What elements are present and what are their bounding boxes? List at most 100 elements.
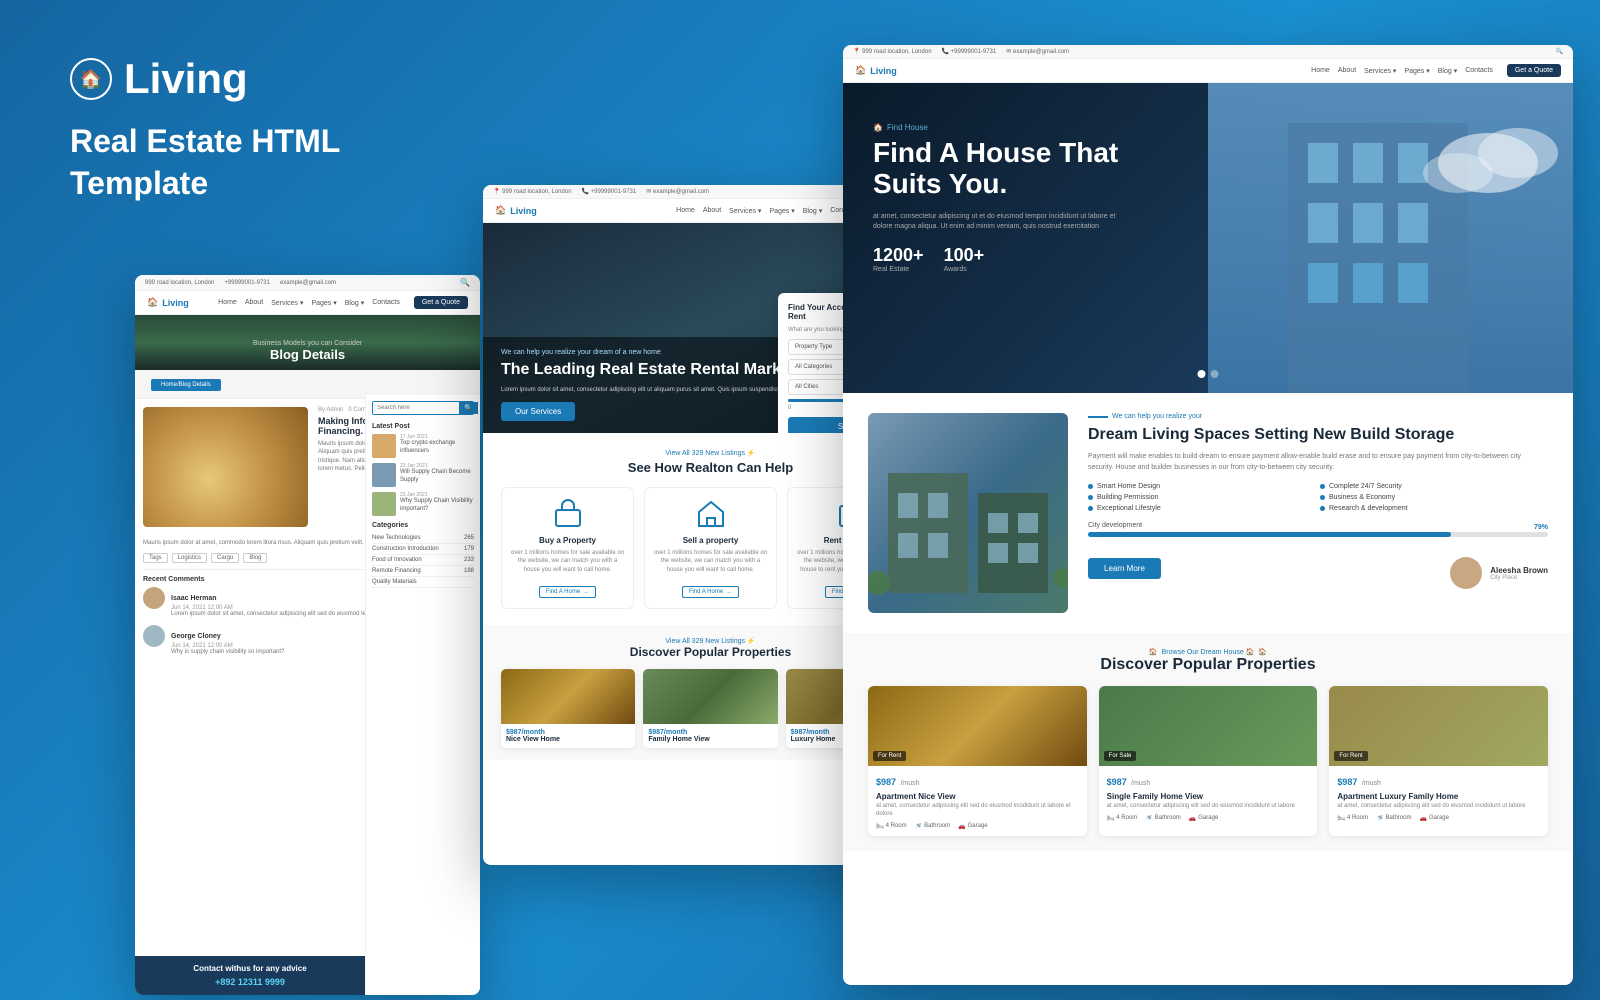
sell-link[interactable]: Find A Home → [682, 586, 739, 598]
service-buy: Buy a Property over 1 millions homes for… [501, 487, 634, 609]
person-role: City Place [1490, 575, 1548, 581]
prop-desc-2: at amet, consectetur adipiscing elit sed… [1107, 803, 1310, 811]
building-bg [1208, 83, 1573, 393]
contact-box: Contact withus for any advice +892 12311… [135, 956, 365, 995]
right-props-header: 🏠 Browse Our Dream House 🏠 🏠 Discover Po… [868, 648, 1548, 674]
feature-img-bg [868, 413, 1068, 613]
blog-hero: Business Models you can Consider Blog De… [135, 315, 480, 370]
feature-dot-2 [1320, 484, 1325, 489]
blog-layout: By Admin 0 Comments Making Informed Deci… [135, 399, 480, 979]
tag-blog: Blog [243, 553, 267, 563]
prop-beds-1: 🛏 4 Room [876, 823, 907, 830]
buy-link[interactable]: Find A Home → [539, 586, 596, 598]
right-prop-img-1: For Rent [868, 686, 1087, 766]
buy-icon [552, 498, 584, 530]
right-nav-links: Home About Services ▾ Pages ▾ Blog ▾ Con… [1311, 67, 1493, 75]
feature-3: Building Permission [1088, 494, 1316, 501]
buy-desc: over 1 millions homes for sale available… [510, 549, 625, 574]
features-text-content: We can help you realize your Dream Livin… [1088, 413, 1548, 613]
right-prop-img-3: For Rent [1329, 686, 1548, 766]
right-hero-title: Find A House That Suits You. [873, 138, 1193, 200]
sidebar-post-1: 17 Jun 2021 Top crypto exchange influenc… [372, 434, 474, 458]
brand-section: 🏠 Living Real Estate HTML Template [70, 55, 450, 204]
prop-desc-3: at amet, consectetur adipiscing elit sed… [1337, 803, 1540, 811]
right-props-grid: For Rent $987 /mush Apartment Nice View … [868, 686, 1548, 836]
brand-tagline: Real Estate HTML Template [70, 121, 450, 204]
right-nav-cta[interactable]: Get a Quote [1507, 64, 1561, 77]
blog-sidebar: 🔍 Latest Post 17 Jun 2021 Top crypto exc… [365, 395, 480, 995]
category-4: Remote Financing188 [372, 566, 474, 577]
prop-price-3: $987 [1337, 777, 1357, 787]
hero-overlay: Business Models you can Consider Blog De… [253, 340, 362, 362]
stat-number-2: 100+ [944, 245, 985, 266]
category-2: Construction Introduction179 [372, 544, 474, 555]
brand-name: Living [124, 55, 248, 103]
contact-phone: +892 12311 9999 [143, 977, 357, 987]
prop-bath-1: 🚿 Bathroom [915, 823, 951, 830]
person-name: Aleesha Brown [1490, 566, 1548, 575]
info-bar: 999 road location, London +99999001-9731… [135, 275, 480, 291]
comment-avatar-2 [143, 625, 165, 647]
right-prop-info-2: $987 /mush Single Family Home View at am… [1099, 766, 1318, 828]
category-3: Food of Innovation233 [372, 555, 474, 566]
prop-badge-2: For Sale [1104, 751, 1137, 761]
prop-per-2: /mush [1131, 780, 1150, 787]
prop-info-2: $987/month Family Home View [643, 724, 777, 748]
contact-title: Contact withus for any advice [143, 964, 357, 973]
search-button[interactable]: 🔍 [459, 402, 478, 414]
search-input[interactable] [373, 402, 459, 414]
stat-awards: 100+ Awards [944, 245, 985, 273]
right-props-title: Discover Popular Properties [868, 656, 1548, 674]
prop-bath-2: 🚿 Bathroom [1145, 815, 1181, 822]
prop-name-2: Single Family Home View [1107, 792, 1310, 801]
features-footer: Learn More Aleesha Brown City Place [1088, 547, 1548, 589]
right-hero-sub: 🏠 Find House [873, 123, 1193, 132]
features-image [868, 413, 1068, 613]
progress-label: City development [1088, 522, 1142, 529]
prop-per-3: /mush [1362, 780, 1381, 787]
feature-5: Exceptional Lifestyle [1088, 505, 1316, 512]
sidebar-post-info-2: 23 Jan 2021 Will Supply Chain Become Sup… [400, 463, 474, 485]
feature-dot-4 [1320, 495, 1325, 500]
features-list: Smart Home Design Complete 24/7 Security… [1088, 483, 1548, 512]
phone: +99999001-9731 [224, 280, 270, 286]
stat-label-1: Real Estate [873, 266, 924, 273]
prop-price-1: $987 [876, 777, 896, 787]
stat-real-estate: 1200+ Real Estate [873, 245, 924, 273]
right-props-sub: 🏠 Browse Our Dream House 🏠 🏠 [868, 648, 1548, 656]
features-title: Dream Living Spaces Setting New Build St… [1088, 425, 1548, 444]
feature-6: Research & development [1320, 505, 1548, 512]
progress-pct: 79% [1534, 524, 1548, 531]
dot-1 [1198, 370, 1206, 378]
progress-section: City development 79% [1088, 522, 1548, 537]
feature-dot-3 [1088, 495, 1093, 500]
sell-title: Sell a property [653, 536, 768, 545]
sidebar-post-info-3: 23 Jan 2021 Why Supply Chain Visibility … [400, 492, 474, 514]
sell-icon [695, 498, 727, 530]
learn-more-btn[interactable]: Learn More [1088, 558, 1161, 579]
prop-beds-2: 🛏 4 Room [1107, 815, 1138, 822]
email: example@gmail.com [280, 280, 336, 286]
brand-logo: 🏠 Living [70, 55, 450, 103]
tag-tags: Tags [143, 553, 168, 563]
features-desc: Payment will make enables to build dream… [1088, 452, 1548, 473]
feature-dot-6 [1320, 506, 1325, 511]
logo-icon: 🏠 [70, 58, 112, 100]
person-details: Aleesha Brown City Place [1490, 566, 1548, 581]
stat-label-2: Awards [944, 266, 985, 273]
sidebar-post-3: 23 Jan 2021 Why Supply Chain Visibility … [372, 492, 474, 516]
right-hero-text: 🏠 Find House Find A House That Suits You… [873, 123, 1193, 273]
nav-cta[interactable]: Get a Quote [414, 296, 468, 309]
prop-garage-1: 🚗 Garage [958, 823, 988, 830]
our-services-btn[interactable]: Our Services [501, 402, 575, 421]
right-nav: 🏠 Living Home About Services ▾ Pages ▾ B… [843, 59, 1573, 83]
service-sell: Sell a property over 1 millions homes fo… [644, 487, 777, 609]
prop-info-1: $987/month Nice View Home [501, 724, 635, 748]
features-section: We can help you realize your Dream Livin… [843, 393, 1573, 633]
building-image [1208, 83, 1573, 393]
right-info-bar: 📍 999 road location, London 📞 +99999001-… [843, 45, 1573, 59]
category-5: Quality Materials [372, 577, 474, 588]
latest-post-title: Latest Post [372, 423, 474, 430]
progress-header: City development 79% [1088, 522, 1548, 532]
progress-bar [1088, 532, 1548, 537]
